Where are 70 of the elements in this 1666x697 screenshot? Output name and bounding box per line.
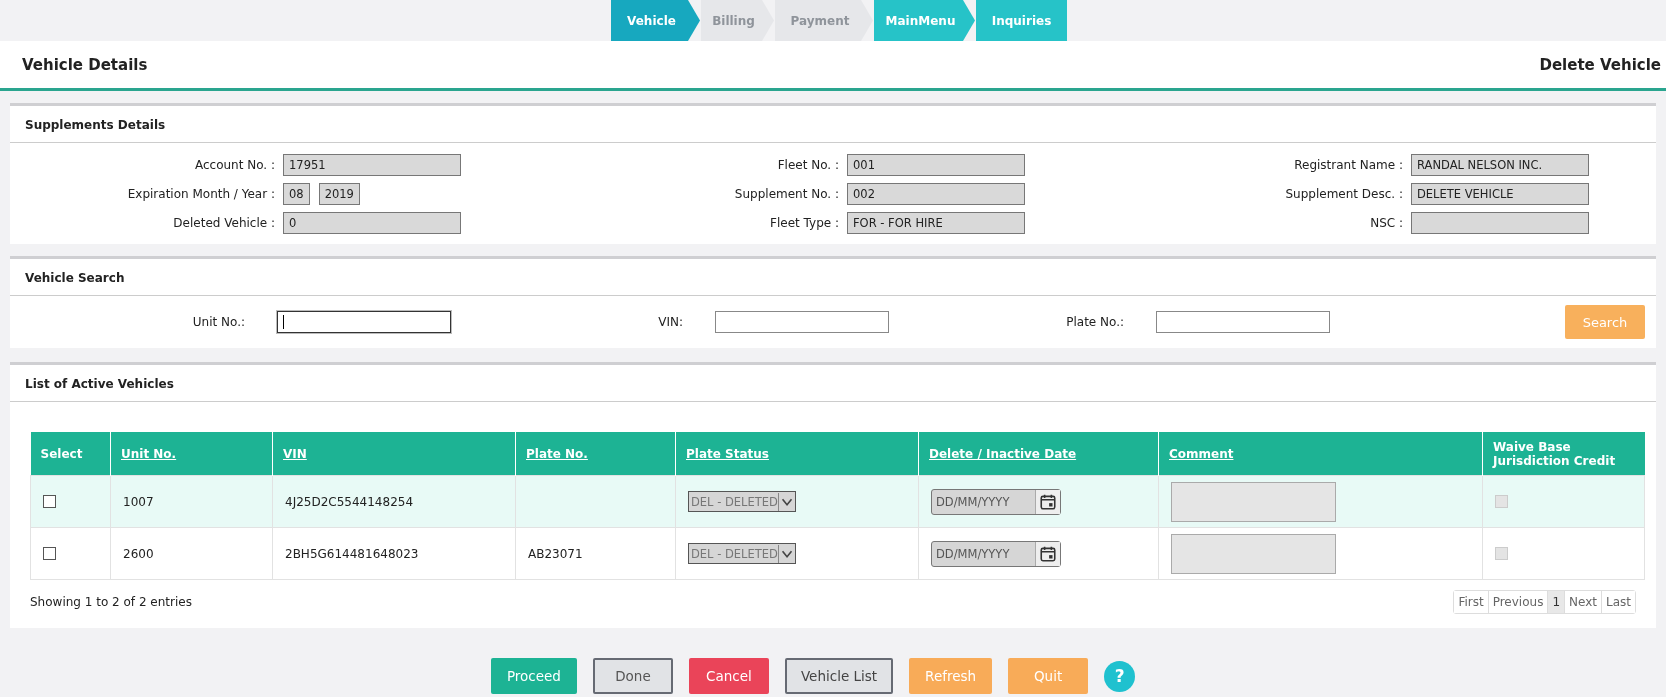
search-input-field[interactable] xyxy=(277,311,451,333)
column-header[interactable]: Delete / Inactive Date xyxy=(918,432,1159,476)
pagination-button[interactable]: 1 xyxy=(1547,591,1565,613)
column-header: Waive Base Jurisdiction Credit xyxy=(1482,432,1645,476)
panel-title: List of Active Vehicles xyxy=(10,365,1656,402)
field-label: Deleted Vehicle : xyxy=(172,216,275,230)
action-button[interactable]: Cancel xyxy=(688,658,769,694)
readonly-field: RANDAL NELSON INC. xyxy=(1411,154,1589,176)
readonly-field: 08 xyxy=(283,183,310,205)
select-checkbox[interactable] xyxy=(43,547,56,560)
chevron-down-icon xyxy=(777,544,795,563)
wizard-step[interactable]: Inquiries xyxy=(976,0,1067,41)
field-label: NSC : xyxy=(1369,216,1403,230)
plate-status-dropdown[interactable]: DEL - DELETED xyxy=(688,491,796,512)
table-cell: 2600 xyxy=(110,527,273,580)
table-cell: 2BH5G614481648023 xyxy=(272,527,516,580)
readonly-field: 0 xyxy=(283,212,461,234)
field-label: VIN: xyxy=(657,315,683,329)
chevron-down-icon xyxy=(777,492,795,511)
field-label: Supplement Desc. : xyxy=(1284,187,1403,201)
field-label: Expiration Month / Year : xyxy=(126,187,275,201)
readonly-field: FOR - FOR HIRE xyxy=(847,212,1025,234)
wizard-step[interactable]: MainMenu xyxy=(874,0,975,41)
page-title: Vehicle Details xyxy=(22,55,148,74)
column-header[interactable]: Plate No. xyxy=(515,432,676,476)
readonly-field: DELETE VEHICLE xyxy=(1411,183,1589,205)
action-button[interactable]: Refresh xyxy=(909,658,993,694)
waive-checkbox[interactable] xyxy=(1495,495,1508,508)
field-label: Fleet Type : xyxy=(769,216,839,230)
calendar-icon xyxy=(1035,489,1060,514)
plate-status-dropdown[interactable]: DEL - DELETED xyxy=(688,543,796,564)
help-button[interactable]: ? xyxy=(1104,660,1136,692)
readonly-field: 2019 xyxy=(318,183,360,205)
date-input-field[interactable]: DD/MM/YYYY xyxy=(931,488,1061,515)
comment-field[interactable] xyxy=(1171,481,1336,522)
readonly-field: 17951 xyxy=(283,154,461,176)
page-action-title: Delete Vehicle xyxy=(1539,55,1661,74)
field-label: Registrant Name : xyxy=(1293,158,1403,172)
table-cell: AB23071 xyxy=(515,527,676,580)
action-button[interactable]: Done xyxy=(592,658,673,694)
column-header: Select xyxy=(30,432,111,476)
panel-title: Vehicle Search xyxy=(10,259,1656,296)
column-header[interactable]: Comment xyxy=(1158,432,1483,476)
field-label: Supplement No. : xyxy=(733,187,839,201)
wizard-step[interactable]: Vehicle xyxy=(611,0,700,41)
search-input-field[interactable] xyxy=(1156,311,1330,333)
column-header[interactable]: Plate Status xyxy=(675,432,919,476)
field-label: Account No. : xyxy=(193,158,275,172)
readonly-field: 001 xyxy=(847,154,1025,176)
calendar-icon xyxy=(1035,541,1060,566)
field-label: Unit No.: xyxy=(191,315,245,329)
column-header[interactable]: Unit No. xyxy=(110,432,273,476)
action-button[interactable]: Proceed xyxy=(490,658,577,694)
pagination-button[interactable]: Last xyxy=(1601,591,1635,613)
column-header[interactable]: VIN xyxy=(272,432,516,476)
field-label: Fleet No. : xyxy=(776,158,839,172)
readonly-field: 002 xyxy=(847,183,1025,205)
entries-info: Showing 1 to 2 of 2 entries xyxy=(30,595,192,609)
table-cell: 1007 xyxy=(110,475,273,528)
comment-field[interactable] xyxy=(1171,533,1336,574)
field-label: Plate No.: xyxy=(1065,315,1124,329)
waive-checkbox[interactable] xyxy=(1495,547,1508,560)
panel-title: Supplements Details xyxy=(10,106,1656,143)
date-input-field[interactable]: DD/MM/YYYY xyxy=(931,540,1061,567)
search-button[interactable]: Search xyxy=(1565,305,1645,339)
select-checkbox[interactable] xyxy=(43,495,56,508)
search-input-field[interactable] xyxy=(715,311,889,333)
action-button[interactable]: Vehicle List xyxy=(784,658,894,694)
table-cell: 4J25D2C5544148254 xyxy=(272,475,516,528)
action-button[interactable]: Quit xyxy=(1008,658,1089,694)
